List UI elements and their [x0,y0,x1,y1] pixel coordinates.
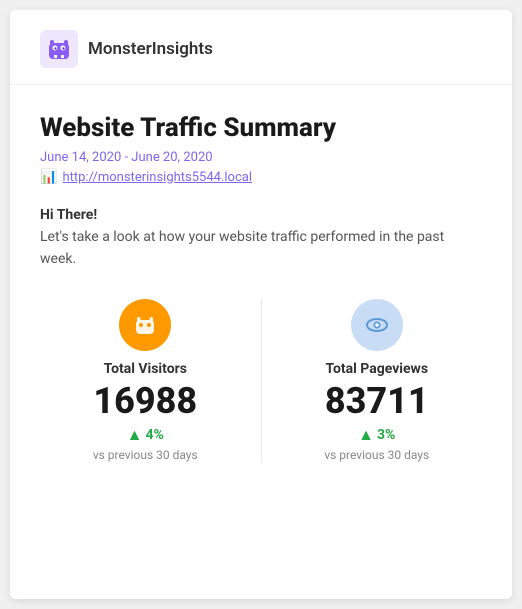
email-container: MonsterInsights Website Traffic Summary … [10,10,512,599]
visitors-up-arrow-icon: ▲ [127,425,143,445]
header: MonsterInsights [10,10,512,85]
pageviews-icon [363,311,391,339]
pageviews-value: 83711 [325,383,429,419]
greeting-hi: Hi There! [40,207,482,223]
stat-card-pageviews: Total Pageviews 83711 ▲ 3% vs previous 3… [272,299,483,462]
brand-name: MonsterInsights [88,39,213,59]
site-link[interactable]: http://monsterinsights5544.local [62,170,252,185]
visitors-icon-circle [119,299,171,351]
visitors-icon [131,311,159,339]
monsterinsights-logo-icon [40,30,78,68]
visitors-change-value: 4% [145,427,163,443]
stats-section: Total Visitors 16988 ▲ 4% vs previous 30… [40,299,482,462]
content: Website Traffic Summary June 14, 2020 - … [10,85,512,498]
visitors-value: 16988 [93,383,197,419]
pageviews-change-value: 3% [377,427,395,443]
visitors-change: ▲ 4% [127,425,164,445]
stats-divider [261,299,262,462]
chart-bar-icon: 📊 [40,169,57,185]
greeting-text: Let's take a look at how your website tr… [40,227,482,270]
site-link-row: 📊 http://monsterinsights5544.local [40,169,482,185]
pageviews-label: Total Pageviews [325,361,428,377]
pageviews-icon-circle [351,299,403,351]
report-title: Website Traffic Summary [40,113,482,144]
pageviews-up-arrow-icon: ▲ [358,425,374,445]
pageviews-change: ▲ 3% [358,425,395,445]
visitors-comparison: vs previous 30 days [93,448,198,462]
pageviews-comparison: vs previous 30 days [324,448,429,462]
date-range: June 14, 2020 - June 20, 2020 [40,150,482,165]
stat-card-visitors: Total Visitors 16988 ▲ 4% vs previous 30… [40,299,251,462]
greeting-section: Hi There! Let's take a look at how your … [40,207,482,270]
visitors-label: Total Visitors [104,361,187,377]
